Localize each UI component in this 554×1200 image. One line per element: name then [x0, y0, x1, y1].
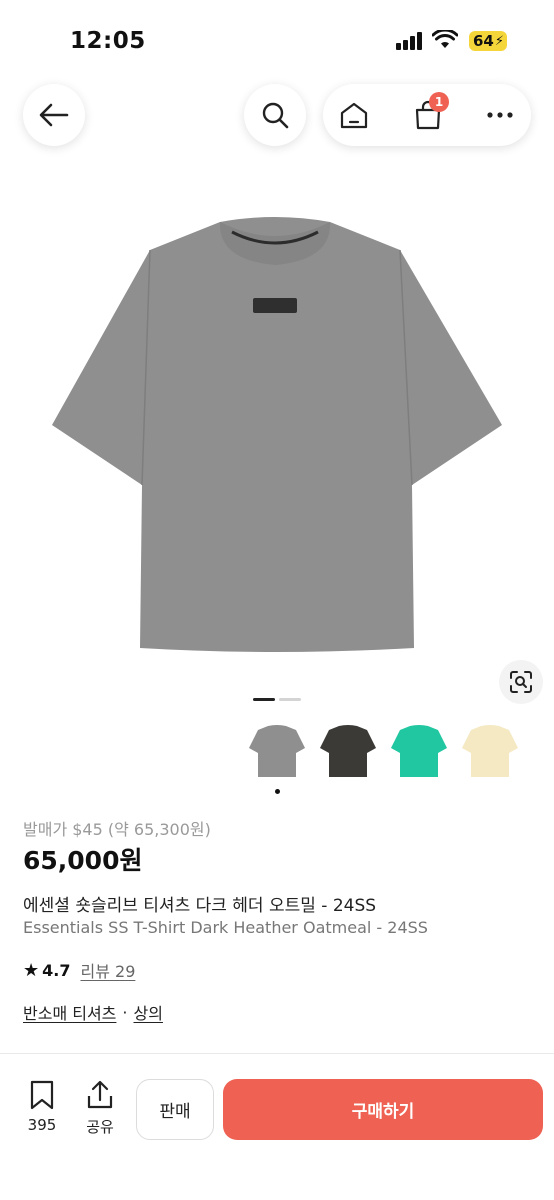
bookmark-icon: [30, 1080, 54, 1110]
category-breadcrumb: 반소매 티셔츠 · 상의: [23, 1000, 163, 1024]
selected-thumbnail-dot: [275, 789, 280, 794]
review-link[interactable]: 리뷰 29: [80, 958, 135, 982]
bookmark-count: 395: [27, 1116, 57, 1134]
status-bar: 12:05 64 ⚡: [0, 0, 554, 80]
cart-count-badge: 1: [429, 92, 449, 112]
status-time: 12:05: [70, 28, 146, 54]
category-link[interactable]: 반소매 티셔츠: [23, 1000, 116, 1024]
sell-button[interactable]: 판매: [136, 1079, 214, 1140]
charging-bolt-icon: ⚡: [494, 33, 505, 49]
color-thumbnail[interactable]: [389, 720, 449, 780]
battery-icon: 64 ⚡: [469, 31, 507, 51]
product-name-english: Essentials SS T-Shirt Dark Heather Oatme…: [23, 918, 428, 937]
home-button[interactable]: [325, 84, 383, 146]
rating-score: 4.7: [42, 960, 71, 980]
cellular-signal-icon: [396, 32, 426, 50]
category-link[interactable]: 상의: [134, 1000, 163, 1024]
product-name-korean: 에센셜 숏슬리브 티셔츠 다크 헤더 오트밀 - 24SS: [23, 896, 377, 916]
more-horizontal-icon: [487, 112, 513, 118]
buy-button[interactable]: 구매하기: [223, 1079, 543, 1140]
search-button[interactable]: [244, 84, 306, 146]
image-search-button[interactable]: [499, 660, 543, 704]
release-price: 발매가 $45 (약 65,300원): [23, 820, 211, 839]
scan-search-icon: [510, 671, 532, 693]
bookmark-button[interactable]: 395: [22, 1080, 62, 1134]
share-icon: [87, 1080, 113, 1109]
home-icon: [340, 102, 368, 129]
share-button[interactable]: 공유: [80, 1080, 120, 1137]
color-thumbnail[interactable]: [318, 720, 378, 780]
arrow-left-icon: [39, 103, 69, 127]
product-price: 65,000원: [23, 846, 143, 875]
image-indicator-active: [253, 698, 275, 701]
more-button[interactable]: [471, 84, 529, 146]
color-thumbnail[interactable]: [247, 720, 307, 780]
color-thumbnail[interactable]: [460, 720, 520, 780]
star-icon: ★: [23, 959, 40, 981]
back-button[interactable]: [23, 84, 85, 146]
rating-row: ★ 4.7 리뷰 29: [23, 958, 135, 982]
search-icon: [262, 102, 289, 129]
image-indicator: [279, 698, 301, 701]
product-image: [52, 217, 502, 652]
share-label: 공유: [86, 1118, 114, 1136]
wifi-icon: [432, 30, 458, 48]
nav-actions-group: 1: [323, 84, 531, 146]
cart-button[interactable]: 1: [399, 84, 457, 146]
battery-level: 64: [473, 32, 494, 50]
breadcrumb-separator: ·: [122, 1002, 128, 1022]
